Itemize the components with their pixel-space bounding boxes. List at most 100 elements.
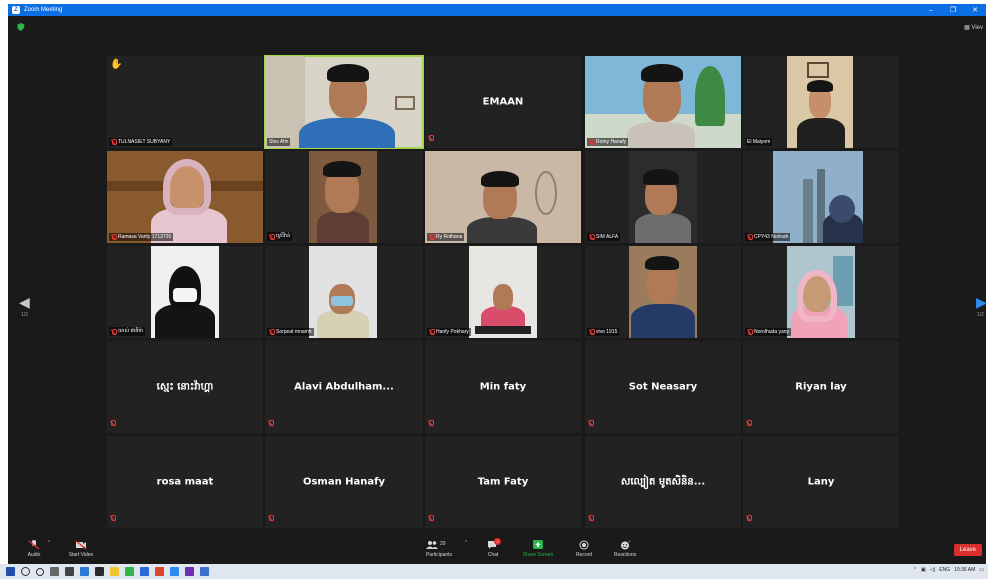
language-indicator[interactable]: ENG: [939, 567, 950, 573]
participant-name: rosa maat: [156, 476, 214, 488]
video-tile[interactable]: Ry Rothana: [425, 151, 581, 243]
search-icon[interactable]: [21, 567, 30, 576]
video-tile[interactable]: ស្រេីវ៉ាន់: [265, 151, 423, 243]
participant-name: សល្បៀត មូតសិនិន...: [620, 476, 706, 488]
name-tile[interactable]: ស្មេះ នោះវ៉ាហ្គា: [107, 341, 263, 433]
video-off-icon: [75, 540, 87, 550]
terminal-icon[interactable]: [95, 567, 104, 576]
onenote-icon[interactable]: [185, 567, 194, 576]
start-video-button[interactable]: Start Video: [64, 540, 98, 558]
volume-icon[interactable]: ◁): [930, 567, 936, 573]
name-tile[interactable]: សល្បៀត មូតសិនិន...: [585, 436, 741, 528]
word-icon[interactable]: [140, 567, 149, 576]
muted-mic-icon: [428, 413, 434, 431]
file-explorer-icon[interactable]: [110, 567, 119, 576]
participant-label: ស្រេីវ៉ាន់: [267, 232, 293, 241]
muted-mic-icon: [268, 413, 274, 431]
muted-mic-icon: [110, 508, 116, 526]
clock[interactable]: 10:36 AM: [954, 567, 975, 573]
muted-mic-icon: [429, 329, 435, 335]
video-tile[interactable]: Ramasa Varity 1713720: [107, 151, 263, 243]
cortana-icon[interactable]: [36, 567, 44, 576]
record-button[interactable]: Record: [570, 540, 598, 558]
audio-options-caret[interactable]: ⌃: [44, 540, 54, 546]
minimize-button[interactable]: –: [920, 7, 942, 14]
participant-label: Sorpeat mnamh: [267, 328, 314, 336]
name-tile[interactable]: Lany: [743, 436, 899, 528]
share-screen-button[interactable]: Share Screen: [518, 540, 558, 558]
view-button[interactable]: ▦ Viev: [964, 24, 983, 31]
chevron-up-icon: ⌃: [46, 540, 52, 546]
participant-name: Lany: [807, 476, 835, 488]
store-icon[interactable]: [65, 567, 74, 576]
video-tile[interactable]: Hanfy Pokhary: [425, 246, 581, 338]
muted-mic-icon: [269, 329, 275, 335]
muted-mic-icon: [747, 329, 753, 335]
participant-video: [629, 151, 697, 243]
muted-mic-icon: [268, 508, 274, 526]
close-button[interactable]: ✕: [964, 6, 986, 14]
encryption-shield-icon[interactable]: [17, 23, 25, 31]
video-tile[interactable]: vivo 1915: [585, 246, 741, 338]
start-menu-icon[interactable]: [6, 567, 15, 576]
video-tile[interactable]: យាស់ ផាតីម៉ា: [107, 246, 263, 338]
meeting-window: ▦ Viev ◀ 1/2 ▶ 1/2 ✋ TULNASIET SUBYANY S…: [8, 16, 987, 564]
participant-label: El Maiyom: [745, 138, 773, 146]
name-tile[interactable]: Riyan lay: [743, 341, 899, 433]
next-page-number: 1/2: [977, 312, 984, 318]
video-tile-active-speaker[interactable]: Sles Afin: [264, 55, 424, 149]
next-page-arrow-icon[interactable]: ▶: [976, 294, 987, 311]
muted-mic-icon: [111, 328, 117, 335]
video-tile[interactable]: El Maiyom: [743, 56, 899, 148]
participant-name: Tam Faty: [477, 476, 529, 488]
notifications-icon[interactable]: ▭: [979, 567, 984, 573]
muted-mic-icon: [111, 139, 117, 145]
zoom-taskbar-icon[interactable]: [170, 567, 179, 576]
video-tile[interactable]: EMAAN: [425, 56, 581, 148]
leave-meeting-button[interactable]: Leave: [953, 544, 982, 556]
reactions-button[interactable]: + Reactions: [608, 540, 642, 558]
excel-icon[interactable]: [125, 567, 134, 576]
muted-mic-icon: [111, 234, 117, 240]
windows-taskbar: ⌃ ▣ ◁) ENG 10:36 AM ▭: [0, 564, 988, 579]
video-tile[interactable]: CPY43 Norisah: [743, 151, 899, 243]
name-tile[interactable]: Sot Neasary: [585, 341, 741, 433]
video-tile[interactable]: Romy Hanafy: [585, 56, 741, 148]
participants-count: 29: [440, 541, 446, 547]
muted-mic-icon: [429, 234, 435, 240]
name-tile[interactable]: Osman Hanafy: [265, 436, 423, 528]
participant-video: [585, 56, 741, 148]
app-icon[interactable]: [200, 567, 209, 576]
video-tile[interactable]: SIM ALFA: [585, 151, 741, 243]
video-tile[interactable]: Norolhuda yany: [743, 246, 899, 338]
edge-icon[interactable]: [80, 567, 89, 576]
raised-hand-icon: ✋: [110, 59, 123, 70]
video-tile[interactable]: ✋ TULNASIET SUBYANY: [107, 56, 263, 148]
name-tile[interactable]: Tam Faty: [425, 436, 581, 528]
participant-label: SIM ALFA: [587, 233, 621, 241]
chevron-up-icon[interactable]: ⌃: [913, 567, 917, 573]
muted-mic-icon: [589, 139, 595, 145]
participants-icon: [426, 541, 438, 549]
network-icon[interactable]: ▣: [921, 567, 926, 573]
participant-video: [425, 151, 581, 243]
participant-video: [309, 151, 377, 243]
participant-video: [469, 246, 537, 338]
zoom-logo-icon: Z: [12, 6, 20, 14]
video-tile[interactable]: Sorpeat mnamh: [265, 246, 423, 338]
task-view-icon[interactable]: [50, 567, 59, 576]
prev-page-arrow-icon[interactable]: ◀: [19, 294, 30, 311]
participants-options-caret[interactable]: ⌃: [461, 540, 471, 546]
chrome-icon[interactable]: [155, 567, 164, 576]
chat-button[interactable]: 2 Chat: [482, 538, 504, 558]
prev-page-number: 1/2: [21, 312, 28, 318]
restore-button[interactable]: ❐: [942, 6, 964, 14]
name-tile[interactable]: Min faty: [425, 341, 581, 433]
name-tile[interactable]: Alavi Abdulham...: [265, 341, 423, 433]
muted-mic-icon: [589, 234, 595, 240]
participant-video: [629, 246, 697, 338]
participants-button[interactable]: 29 Participants: [420, 540, 458, 558]
muted-mic-icon: [588, 413, 594, 431]
participant-name: EMAAN: [482, 96, 524, 108]
name-tile[interactable]: rosa maat: [107, 436, 263, 528]
